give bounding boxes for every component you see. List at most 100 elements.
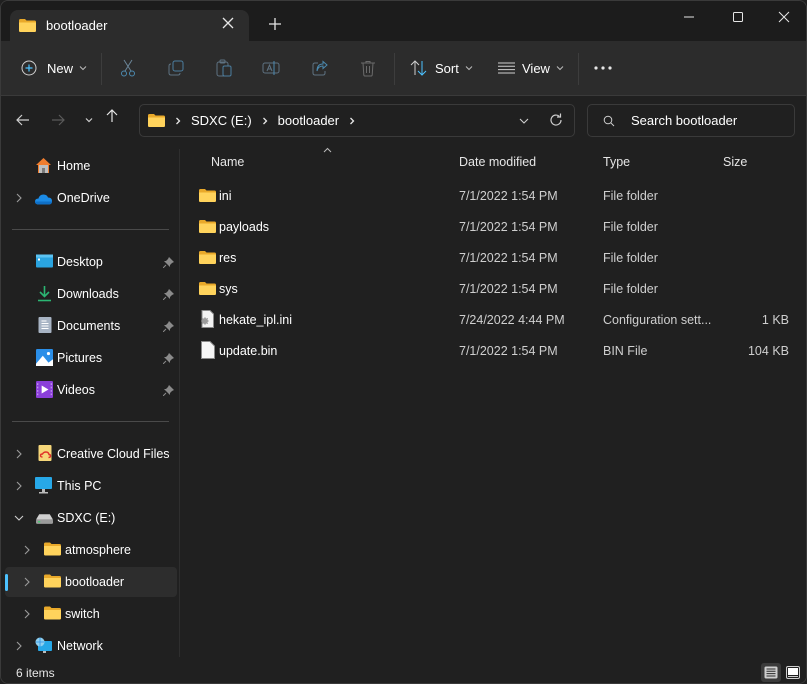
sidebar-label: atmosphere	[65, 543, 132, 557]
file-size: 104 KB	[747, 344, 789, 358]
pin-icon[interactable]	[163, 353, 174, 364]
pane-splitter[interactable]	[179, 149, 180, 657]
rename-icon	[262, 61, 280, 75]
sort-button[interactable]: Sort	[410, 54, 473, 82]
details-view-button[interactable]	[761, 663, 781, 682]
onedrive-icon	[35, 194, 52, 205]
file-row[interactable]: res 7/1/2022 1:54 PM File folder	[189, 242, 801, 273]
rename-button[interactable]	[260, 57, 282, 79]
sidebar-label: Documents	[57, 319, 121, 333]
sidebar-item-switch[interactable]: switch	[5, 599, 177, 629]
sidebar-item-atmosphere[interactable]: atmosphere	[5, 535, 177, 565]
sidebar-item-home[interactable]: Home	[5, 151, 177, 181]
sidebar-item-documents[interactable]: Documents	[5, 311, 177, 341]
sidebar-item-creative-cloud-files[interactable]: Creative Cloud Files	[5, 439, 177, 469]
file-row[interactable]: ini 7/1/2022 1:54 PM File folder	[189, 180, 801, 211]
close-window-button[interactable]	[761, 5, 806, 29]
more-icon	[594, 66, 612, 70]
file-explorer-window: bootloader New Sort View SDXC (E:) bootl…	[0, 0, 807, 684]
cut-button[interactable]	[117, 57, 139, 79]
folder-icon	[199, 189, 216, 202]
view-button[interactable]: View	[498, 54, 564, 82]
file-icon	[201, 341, 215, 359]
new-tab-button[interactable]	[265, 15, 285, 35]
copy-button[interactable]	[165, 57, 187, 79]
file-row[interactable]: payloads 7/1/2022 1:54 PM File folder	[189, 211, 801, 242]
pin-icon[interactable]	[163, 257, 174, 268]
sidebar-item-onedrive[interactable]: OneDrive	[5, 183, 177, 213]
sidebar-item-sdxc-drive[interactable]: SDXC (E:)	[5, 503, 177, 533]
sidebar-item-this-pc[interactable]: This PC	[5, 471, 177, 501]
folder-icon	[199, 282, 216, 295]
arrow-left-icon	[16, 114, 29, 126]
copy-icon	[168, 60, 184, 76]
sidebar-item-pictures[interactable]: Pictures	[5, 343, 177, 373]
search-box[interactable]	[587, 104, 795, 137]
pin-icon[interactable]	[163, 385, 174, 396]
chevron-right-icon[interactable]	[23, 577, 31, 587]
chevron-right-icon[interactable]	[23, 609, 31, 619]
sidebar-label: This PC	[57, 479, 102, 493]
chevron-right-icon[interactable]	[348, 117, 356, 125]
file-type: BIN File	[603, 344, 648, 358]
chevron-right-icon[interactable]	[15, 641, 23, 651]
sidebar-label: Pictures	[57, 351, 103, 365]
delete-button[interactable]	[357, 57, 379, 79]
close-icon	[222, 17, 234, 29]
maximize-button[interactable]	[715, 5, 761, 29]
chevron-right-icon[interactable]	[261, 117, 269, 125]
column-header-size[interactable]: Size	[723, 155, 747, 169]
search-input[interactable]	[631, 113, 791, 128]
paste-button[interactable]	[213, 57, 235, 79]
chevron-right-icon[interactable]	[15, 449, 23, 459]
pin-icon[interactable]	[163, 321, 174, 332]
sidebar-label: SDXC (E:)	[57, 511, 116, 525]
forward-button[interactable]	[48, 110, 68, 130]
share-button[interactable]	[309, 57, 331, 79]
new-button[interactable]: New	[21, 54, 87, 82]
chevron-right-icon[interactable]	[15, 481, 23, 491]
videos-icon	[36, 381, 53, 398]
back-button[interactable]	[13, 110, 33, 130]
large-icons-view-button[interactable]	[783, 663, 803, 682]
desktop-icon	[36, 254, 53, 268]
tab-bootloader[interactable]: bootloader	[10, 10, 249, 41]
file-row[interactable]: sys 7/1/2022 1:54 PM File folder	[189, 273, 801, 304]
file-date: 7/24/2022 4:44 PM	[459, 313, 565, 327]
navigation-bar: SDXC (E:) bootloader	[1, 96, 806, 144]
address-bar[interactable]: SDXC (E:) bootloader	[139, 104, 575, 137]
breadcrumb-sdxc[interactable]: SDXC (E:)	[191, 113, 252, 128]
file-row[interactable]: update.bin 7/1/2022 1:54 PM BIN File 104…	[189, 335, 801, 366]
chevron-down-icon[interactable]	[14, 514, 24, 522]
file-type: File folder	[603, 189, 658, 203]
file-name: payloads	[219, 220, 270, 234]
column-header-type[interactable]: Type	[603, 155, 630, 169]
file-date: 7/1/2022 1:54 PM	[459, 251, 558, 265]
file-type: File folder	[603, 251, 658, 265]
file-row[interactable]: hekate_ipl.ini 7/24/2022 4:44 PM Configu…	[189, 304, 801, 335]
sidebar-item-downloads[interactable]: Downloads	[5, 279, 177, 309]
chevron-right-icon[interactable]	[174, 117, 182, 125]
add-circle-icon	[21, 60, 37, 76]
sidebar-item-videos[interactable]: Videos	[5, 375, 177, 405]
address-history-dropdown[interactable]	[518, 115, 530, 127]
command-bar: New Sort View	[1, 41, 806, 96]
close-tab-button[interactable]	[219, 16, 237, 34]
minimize-button[interactable]	[666, 5, 712, 29]
arrow-right-icon	[52, 114, 65, 126]
breadcrumb-bootloader[interactable]: bootloader	[278, 113, 339, 128]
refresh-icon[interactable]	[548, 112, 564, 128]
chevron-right-icon[interactable]	[15, 193, 23, 203]
maximize-icon	[733, 12, 743, 22]
pin-icon[interactable]	[163, 289, 174, 300]
column-header-name[interactable]: Name	[211, 155, 244, 169]
chevron-right-icon[interactable]	[23, 545, 31, 555]
recent-locations-button[interactable]	[79, 110, 99, 130]
more-options-button[interactable]	[592, 57, 614, 79]
sidebar-item-bootloader[interactable]: bootloader	[5, 567, 177, 597]
sidebar-item-desktop[interactable]: Desktop	[5, 247, 177, 277]
up-button[interactable]	[102, 106, 122, 126]
column-header-date-modified[interactable]: Date modified	[459, 155, 536, 169]
sidebar-item-network[interactable]: Network	[5, 631, 177, 661]
share-icon	[312, 60, 328, 76]
